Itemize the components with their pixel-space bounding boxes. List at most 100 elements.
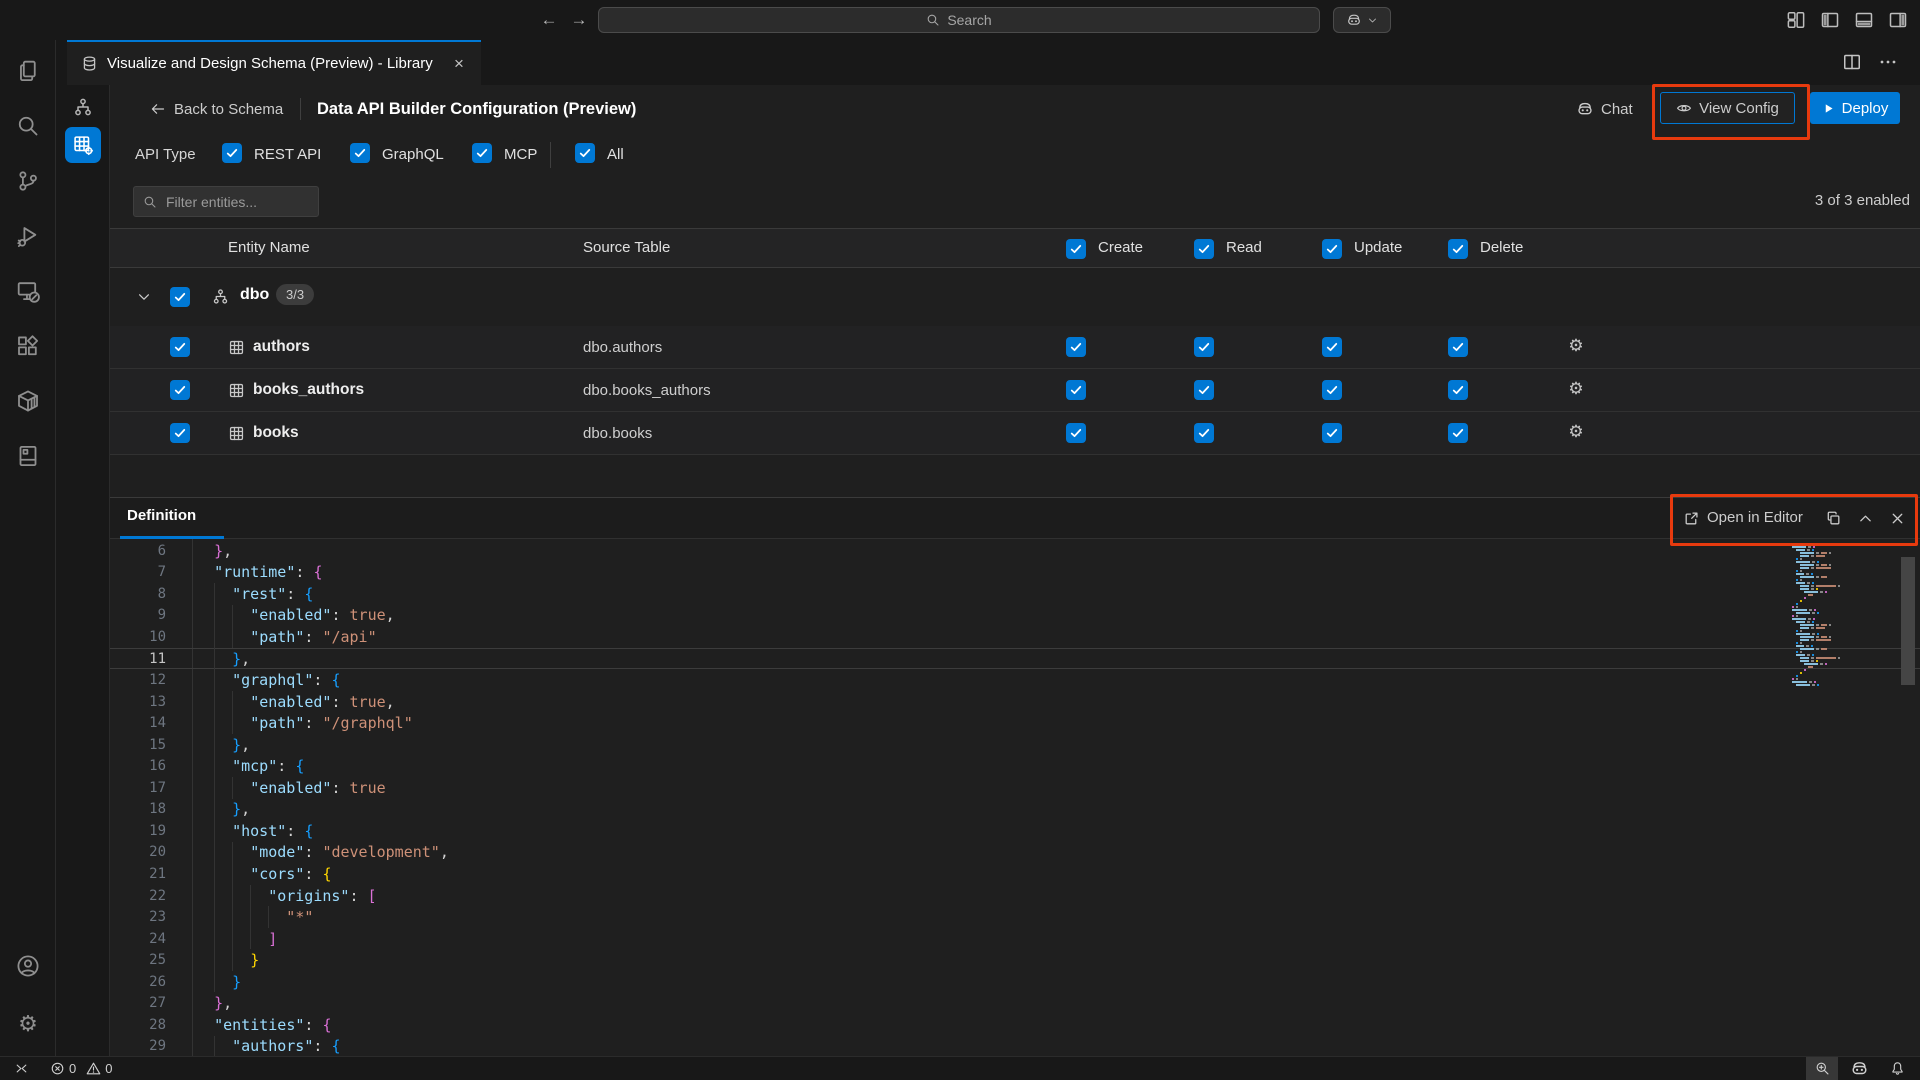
forward-arrow-icon[interactable]: → (567, 8, 591, 32)
definition-tab-label[interactable]: Definition (127, 507, 196, 524)
row-settings-gear-icon[interactable]: ⚙ (1565, 379, 1587, 399)
checkbox-column-read[interactable] (1194, 239, 1214, 259)
table-row-books_authors[interactable]: books_authorsdbo.books_authors⚙ (110, 369, 1920, 412)
checkbox-entity-authors[interactable] (170, 337, 190, 357)
checkbox-books-create[interactable] (1066, 423, 1086, 443)
checkbox-authors-read[interactable] (1194, 337, 1214, 357)
code-line-26[interactable]: 26} (110, 971, 1920, 993)
checkbox-authors-create[interactable] (1066, 337, 1086, 357)
command-center-search[interactable]: Search (598, 7, 1320, 33)
checkbox-authors-update[interactable] (1322, 337, 1342, 357)
checkbox-column-create[interactable] (1066, 239, 1086, 259)
notifications-button[interactable] (1890, 1057, 1905, 1080)
code-line-27[interactable]: 27}, (110, 992, 1920, 1014)
table-row-authors[interactable]: authorsdbo.authors⚙ (110, 326, 1920, 369)
checkbox-books_authors-read[interactable] (1194, 380, 1214, 400)
code-line-29[interactable]: 29"authors": { (110, 1036, 1920, 1056)
remote-indicator[interactable] (14, 1057, 29, 1080)
deploy-button[interactable]: Deploy (1810, 92, 1900, 124)
code-line-13[interactable]: 13"enabled": true, (110, 691, 1920, 713)
code-line-18[interactable]: 18}, (110, 799, 1920, 821)
account-icon[interactable] (16, 954, 40, 978)
filter-entities-input[interactable] (164, 193, 298, 211)
schema-group-row-dbo[interactable]: dbo 3/3 (110, 268, 1920, 326)
code-line-14[interactable]: 14"path": "/graphql" (110, 712, 1920, 734)
schema-designer-icon[interactable] (73, 97, 93, 117)
json-code-editor[interactable]: 6},7"runtime": {8"rest": {9"enabled": tr… (110, 539, 1920, 1056)
code-line-11[interactable]: 11}, (110, 648, 1920, 670)
remote-explorer-icon[interactable] (16, 279, 40, 303)
code-line-9[interactable]: 9"enabled": true, (110, 605, 1920, 627)
code-line-23[interactable]: 23"*" (110, 906, 1920, 928)
code-line-8[interactable]: 8"rest": { (110, 583, 1920, 605)
row-settings-gear-icon[interactable]: ⚙ (1565, 422, 1587, 442)
external-link-icon[interactable] (1683, 510, 1700, 527)
checkbox-books_authors-create[interactable] (1066, 380, 1086, 400)
copy-icon[interactable] (1825, 510, 1842, 527)
checkbox-books-delete[interactable] (1448, 423, 1468, 443)
checkbox-all[interactable] (575, 143, 595, 163)
chevron-down-icon[interactable] (136, 289, 152, 305)
line-number: 9 (110, 607, 166, 623)
table-row-books[interactable]: booksdbo.books⚙ (110, 412, 1920, 455)
checkbox-mcp[interactable] (472, 143, 492, 163)
checkbox-rest-api[interactable] (222, 143, 242, 163)
code-line-24[interactable]: 24] (110, 928, 1920, 950)
more-actions-icon[interactable] (1878, 52, 1898, 72)
database-icon[interactable] (16, 444, 40, 468)
checkbox-entity-books_authors[interactable] (170, 380, 190, 400)
code-line-25[interactable]: 25} (110, 949, 1920, 971)
open-in-editor-label[interactable]: Open in Editor (1707, 509, 1803, 526)
checkbox-column-delete[interactable] (1448, 239, 1468, 259)
explorer-icon[interactable] (16, 59, 40, 83)
copilot-menu-button[interactable] (1333, 7, 1391, 33)
scrollbar-thumb[interactable] (1901, 557, 1915, 685)
code-line-7[interactable]: 7"runtime": { (110, 562, 1920, 584)
row-settings-gear-icon[interactable]: ⚙ (1565, 336, 1587, 356)
checkbox-books-read[interactable] (1194, 423, 1214, 443)
checkbox-books_authors-update[interactable] (1322, 380, 1342, 400)
panel-right-icon[interactable] (1888, 10, 1908, 30)
settings-gear-icon[interactable]: ⚙ (16, 1012, 40, 1036)
code-line-21[interactable]: 21"cors": { (110, 863, 1920, 885)
run-debug-icon[interactable] (16, 224, 40, 248)
code-line-6[interactable]: 6}, (110, 540, 1920, 562)
tab-close-icon[interactable]: × (449, 54, 469, 74)
code-line-16[interactable]: 16"mcp": { (110, 755, 1920, 777)
back-arrow-icon[interactable]: ← (537, 8, 561, 32)
zoom-status-button[interactable] (1806, 1057, 1838, 1080)
code-line-28[interactable]: 28"entities": { (110, 1014, 1920, 1036)
code-line-12[interactable]: 12"graphql": { (110, 669, 1920, 691)
code-line-17[interactable]: 17"enabled": true (110, 777, 1920, 799)
split-editor-icon[interactable] (1842, 52, 1862, 72)
tab-visualize-design-schema[interactable]: Visualize and Design Schema (Preview) - … (67, 40, 481, 85)
code-line-15[interactable]: 15}, (110, 734, 1920, 756)
checkbox-books-update[interactable] (1322, 423, 1342, 443)
table-designer-active-tile[interactable] (65, 127, 101, 163)
code-line-19[interactable]: 19"host": { (110, 820, 1920, 842)
checkbox-group-dbo[interactable] (170, 287, 190, 307)
copilot-status-button[interactable] (1850, 1057, 1869, 1080)
container-icon[interactable] (16, 389, 40, 413)
code-line-20[interactable]: 20"mode": "development", (110, 842, 1920, 864)
extensions-icon[interactable] (16, 334, 40, 358)
checkbox-authors-delete[interactable] (1448, 337, 1468, 357)
source-control-icon[interactable] (16, 169, 40, 193)
customize-layout-icon[interactable] (1786, 10, 1806, 30)
code-line-10[interactable]: 10"path": "/api" (110, 626, 1920, 648)
chevron-up-icon[interactable] (1857, 510, 1874, 527)
panel-left-icon[interactable] (1820, 10, 1840, 30)
checkbox-books_authors-delete[interactable] (1448, 380, 1468, 400)
close-icon[interactable] (1889, 510, 1906, 527)
panel-bottom-icon[interactable] (1854, 10, 1874, 30)
checkbox-entity-books[interactable] (170, 423, 190, 443)
back-to-schema-button[interactable]: Back to Schema (150, 97, 283, 121)
checkbox-column-update[interactable] (1322, 239, 1342, 259)
minimap[interactable] (1788, 543, 1858, 687)
checkbox-graphql[interactable] (350, 143, 370, 163)
search-icon[interactable] (16, 114, 40, 138)
chat-button[interactable]: Chat (1576, 96, 1633, 122)
code-line-22[interactable]: 22"origins": [ (110, 885, 1920, 907)
problems-indicator[interactable]: 0 0 (50, 1057, 112, 1080)
view-config-button[interactable]: View Config (1660, 92, 1795, 124)
